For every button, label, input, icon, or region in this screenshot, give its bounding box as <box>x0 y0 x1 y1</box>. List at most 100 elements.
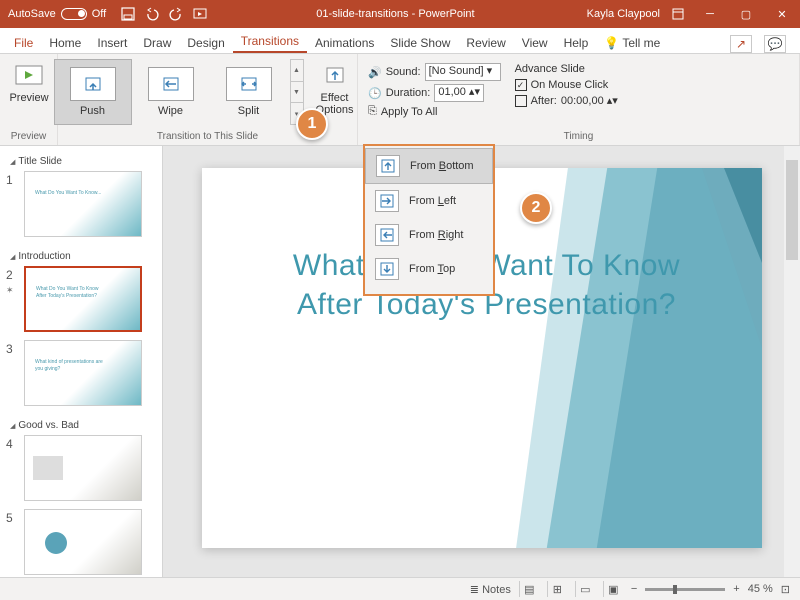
transition-wipe[interactable]: Wipe <box>132 59 210 125</box>
thumb-3-text: What kind of presentations are you givin… <box>35 359 111 372</box>
preview-icon <box>14 63 44 89</box>
option-from-top-label: From Top <box>409 263 455 275</box>
normal-view-button[interactable]: ▤ <box>519 581 539 597</box>
gallery-scroll-up[interactable]: ▲ <box>291 60 303 82</box>
tab-transitions[interactable]: Transitions <box>233 30 307 53</box>
callout-1: 1 <box>296 108 328 140</box>
transition-split-label: Split <box>238 105 259 117</box>
tab-design[interactable]: Design <box>179 32 232 53</box>
zoom-out-button[interactable]: − <box>631 583 637 595</box>
tab-slideshow[interactable]: Slide Show <box>382 32 458 53</box>
tab-animations[interactable]: Animations <box>307 32 382 53</box>
callout-2: 2 <box>520 192 552 224</box>
minimize-button[interactable]: ─ <box>692 0 728 28</box>
autosave-state: Off <box>92 8 106 20</box>
tab-view[interactable]: View <box>514 32 556 53</box>
on-mouse-click-label: On Mouse Click <box>531 79 609 91</box>
zoom-level[interactable]: 45 % <box>748 583 773 595</box>
redo-icon[interactable] <box>168 6 184 22</box>
section-introduction[interactable]: Introduction <box>6 245 156 266</box>
option-from-right[interactable]: From Right <box>365 218 493 252</box>
tab-review[interactable]: Review <box>458 32 513 53</box>
notes-label: Notes <box>482 584 511 596</box>
duration-input[interactable]: 01,00 ▴▾ <box>434 84 484 102</box>
slide-sorter-button[interactable]: ⊞ <box>547 581 567 597</box>
thumb-number: 5 <box>6 509 18 525</box>
maximize-button[interactable]: ▢ <box>728 0 764 28</box>
autosave-toggle[interactable]: AutoSave Off <box>0 8 114 20</box>
mnemonic: T <box>438 263 444 275</box>
preview-button[interactable]: Preview <box>6 59 52 108</box>
transition-push-label: Push <box>80 105 105 117</box>
option-from-top[interactable]: From Top <box>365 252 493 286</box>
transition-indicator-icon: ✶ <box>6 285 14 295</box>
transition-wipe-label: Wipe <box>158 105 183 117</box>
tab-insert[interactable]: Insert <box>89 32 135 53</box>
after-label: After: <box>531 95 557 107</box>
start-from-beginning-icon[interactable] <box>192 6 208 22</box>
tab-help[interactable]: Help <box>556 32 597 53</box>
tab-draw[interactable]: Draw <box>135 32 179 53</box>
slide-thumb-3[interactable]: What kind of presentations are you givin… <box>24 340 142 406</box>
option-from-bottom[interactable]: From Bottom <box>365 148 493 184</box>
from-right-icon <box>375 224 399 246</box>
mnemonic: L <box>438 195 444 207</box>
thumb-number: 4 <box>6 435 18 451</box>
slide-thumb-4[interactable] <box>24 435 142 501</box>
from-bottom-icon <box>376 155 400 177</box>
thumb-2-text: What Do You Want To Know After Today's P… <box>36 286 110 299</box>
slide-thumb-2[interactable]: What Do You Want To Know After Today's P… <box>24 266 142 332</box>
save-icon[interactable] <box>120 6 136 22</box>
autosave-label: AutoSave <box>8 8 56 20</box>
slide-thumb-1[interactable]: What Do You Want To Know... <box>24 171 142 237</box>
reading-view-button[interactable]: ▭ <box>575 581 595 597</box>
window-controls: ─ ▢ ✕ <box>692 0 800 28</box>
thumb-number: 2 <box>6 268 13 282</box>
section-title-slide[interactable]: Title Slide <box>6 150 156 171</box>
fit-to-window-button[interactable]: ⊡ <box>781 583 790 596</box>
slide-thumbnails-panel: Title Slide 1 What Do You Want To Know..… <box>0 146 163 577</box>
option-from-left[interactable]: From Left <box>365 184 493 218</box>
slide-thumb-5[interactable] <box>24 509 142 575</box>
zoom-in-button[interactable]: + <box>733 583 739 595</box>
ribbon-display-icon[interactable] <box>670 6 686 22</box>
tab-home[interactable]: Home <box>41 32 89 53</box>
tell-me[interactable]: 💡 Tell me <box>596 32 668 53</box>
sound-icon: 🔊 <box>368 66 382 79</box>
close-button[interactable]: ✕ <box>764 0 800 28</box>
status-bar: ≣ Notes ▤ ⊞ ▭ ▣ − + 45 % ⊡ <box>0 577 800 600</box>
transition-split[interactable]: Split <box>210 59 288 125</box>
effect-options-dropdown: From Bottom From Left From Right From To… <box>363 144 495 296</box>
transition-push[interactable]: Push <box>54 59 132 125</box>
effect-options-icon <box>320 63 350 89</box>
thumb-number: 1 <box>6 171 18 187</box>
advance-slide: Advance Slide ✓ On Mouse Click After: 00… <box>509 59 627 110</box>
slideshow-view-button[interactable]: ▣ <box>603 581 623 597</box>
transition-gallery: Push Wipe Split ▲ ▼ ▾ <box>54 59 304 125</box>
gallery-scroll-down[interactable]: ▼ <box>291 82 303 104</box>
user-name[interactable]: Kayla Claypool <box>577 8 670 20</box>
mnemonic: B <box>439 160 446 172</box>
after-input[interactable]: 00:00,00 ▴▾ <box>561 94 621 107</box>
comments-button[interactable]: 💬 <box>764 35 786 53</box>
after-value: 00:00,00 <box>561 95 604 107</box>
share-button[interactable]: ↗ <box>730 35 752 53</box>
on-mouse-click-checkbox[interactable]: ✓ <box>515 79 527 91</box>
section-good-vs-bad[interactable]: Good vs. Bad <box>6 414 156 435</box>
sound-select[interactable]: [No Sound] ▾ <box>425 63 501 81</box>
vertical-scrollbar[interactable] <box>784 146 800 577</box>
apply-all-label: Apply To All <box>381 106 438 118</box>
duration-value: 01,00 <box>438 86 466 98</box>
apply-to-all-button[interactable]: ⎘ Apply To All <box>368 105 501 118</box>
option-from-left-label: From Left <box>409 195 456 207</box>
undo-icon[interactable] <box>144 6 160 22</box>
after-checkbox[interactable] <box>515 95 527 107</box>
option-from-bottom-label: From Bottom <box>410 160 474 172</box>
duration-label: Duration: <box>386 87 431 99</box>
tab-file[interactable]: File <box>6 32 41 53</box>
advance-slide-title: Advance Slide <box>515 63 621 75</box>
notes-button[interactable]: ≣ Notes <box>470 583 511 596</box>
option-from-right-label: From Right <box>409 229 463 241</box>
zoom-slider[interactable] <box>645 588 725 591</box>
slide-background-graphic <box>512 168 762 548</box>
